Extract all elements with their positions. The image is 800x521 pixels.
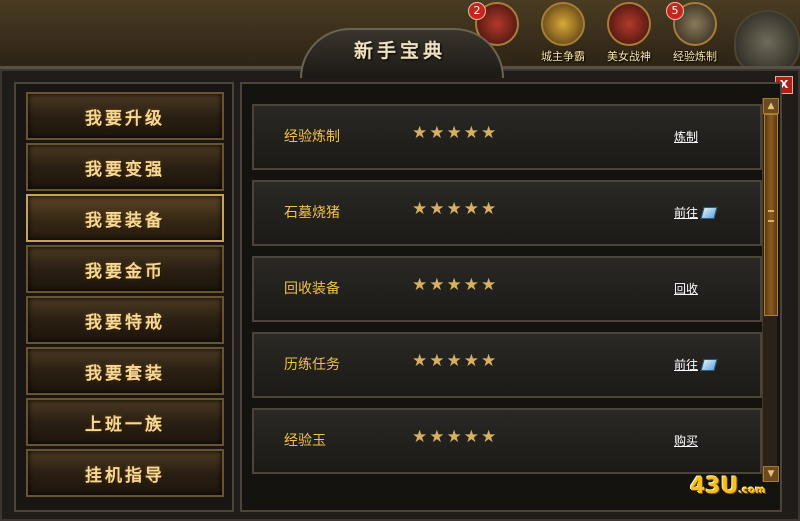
list-item: 石墓烧猪 ★★★★★ 前往 xyxy=(252,180,762,246)
notification-badge: 5 xyxy=(666,2,684,20)
action-label: 前往 xyxy=(674,358,699,372)
activity-name: 历练任务 xyxy=(284,357,340,373)
activity-label: 美女战神 xyxy=(607,50,651,63)
action-link[interactable]: 前往 xyxy=(674,356,718,373)
nav-label: 我要特戒 xyxy=(85,312,165,333)
logo-suffix: .com xyxy=(738,485,766,496)
list-item: 经验炼制 ★★★★★ 炼制 xyxy=(252,104,762,170)
nav-label: 我要变强 xyxy=(85,159,165,180)
action-link[interactable]: 购买 xyxy=(674,432,698,449)
activity-list: 经验炼制 ★★★★★ 炼制 石墓烧猪 ★★★★★ 前往 回收装备 ★★★★★ 回… xyxy=(240,82,782,512)
nav-item-afk-guide[interactable]: 挂机指导 xyxy=(26,449,224,497)
nav-label: 我要升级 xyxy=(85,108,165,129)
list-scrollbar[interactable]: ▲ ▼ xyxy=(762,98,779,482)
list-item: 历练任务 ★★★★★ 前往 xyxy=(252,332,762,398)
action-link[interactable]: 前往 xyxy=(674,204,718,221)
scroll-up-arrow-icon[interactable]: ▲ xyxy=(763,98,779,114)
nav-label: 挂机指导 xyxy=(85,465,165,486)
nav-item-gold[interactable]: 我要金币 xyxy=(26,245,224,293)
nav-label: 我要金币 xyxy=(85,261,165,282)
scroll-thumb[interactable] xyxy=(764,114,778,316)
warrior-woman-icon xyxy=(607,2,651,46)
action-label: 回收 xyxy=(674,282,699,296)
action-label: 前往 xyxy=(674,206,699,220)
activity-beauty-war-god[interactable]: 美女战神 xyxy=(600,2,658,64)
nav-item-get-stronger[interactable]: 我要变强 xyxy=(26,143,224,191)
nav-label: 我要装备 xyxy=(85,210,165,231)
list-item: 回收装备 ★★★★★ 回收 xyxy=(252,256,762,322)
teleport-gem-icon xyxy=(700,358,718,371)
activity-name: 石墓烧猪 xyxy=(284,205,340,221)
activity-exp-refine[interactable]: 5 经验炼制 xyxy=(666,2,724,64)
grip-icon xyxy=(768,210,774,222)
activity-castle-war[interactable]: 城主争霸 xyxy=(534,2,592,64)
site-logo: 43U.com xyxy=(690,474,766,499)
activity-name: 经验玉 xyxy=(284,433,326,449)
rating-stars: ★★★★★ xyxy=(412,199,499,219)
rating-stars: ★★★★★ xyxy=(412,427,499,447)
nav-item-set-gear[interactable]: 我要套装 xyxy=(26,347,224,395)
nav-item-office-worker[interactable]: 上班一族 xyxy=(26,398,224,446)
logo-main: 43U xyxy=(690,474,739,499)
skull-icon[interactable] xyxy=(734,10,800,74)
nav-label: 上班一族 xyxy=(85,414,165,435)
window-title: 新手宝典 xyxy=(353,40,446,62)
activity-label: 城主争霸 xyxy=(541,50,585,63)
nav-item-special-ring[interactable]: 我要特戒 xyxy=(26,296,224,344)
activity-label: 经验炼制 xyxy=(673,50,717,63)
rating-stars: ★★★★★ xyxy=(412,275,499,295)
action-label: 购买 xyxy=(674,434,699,448)
rating-stars: ★★★★★ xyxy=(412,351,499,371)
action-link[interactable]: 回收 xyxy=(674,280,698,297)
activity-name: 回收装备 xyxy=(284,281,340,297)
nav-item-level-up[interactable]: 我要升级 xyxy=(26,92,224,140)
activity-name: 经验炼制 xyxy=(284,129,340,145)
action-link[interactable]: 炼制 xyxy=(674,128,698,145)
notification-badge: 2 xyxy=(468,2,486,20)
category-nav: 我要升级 我要变强 我要装备 我要金币 我要特戒 我要套装 上班一族 挂机指导 xyxy=(14,82,234,512)
nav-item-equipment[interactable]: 我要装备 xyxy=(26,194,224,242)
nav-label: 我要套装 xyxy=(85,363,165,384)
teleport-gem-icon xyxy=(700,206,718,219)
action-label: 炼制 xyxy=(674,130,699,144)
crown-helmet-icon xyxy=(541,2,585,46)
rating-stars: ★★★★★ xyxy=(412,123,499,143)
list-item: 经验玉 ★★★★★ 购买 xyxy=(252,408,762,474)
